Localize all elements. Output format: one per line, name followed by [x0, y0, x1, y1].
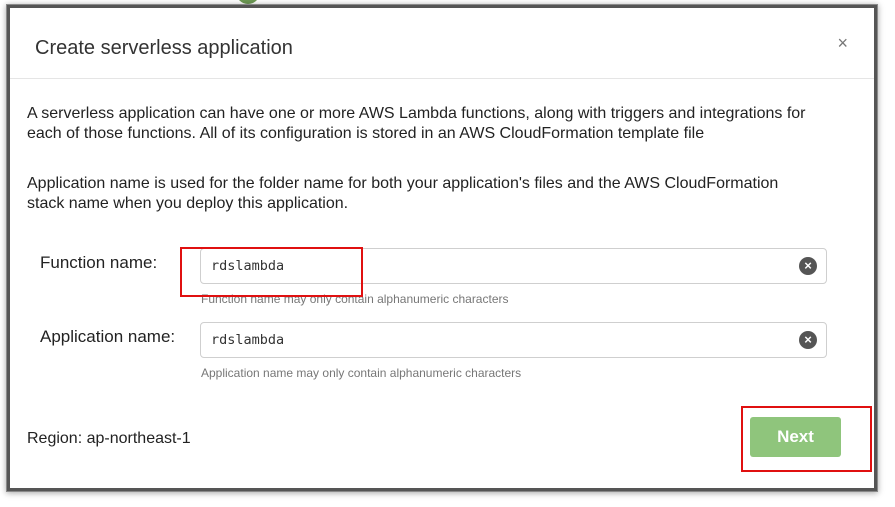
- application-name-input[interactable]: [211, 323, 791, 357]
- function-name-label: Function name:: [40, 253, 158, 272]
- description-serverless: A serverless application can have one or…: [27, 105, 806, 142]
- clear-circle-icon[interactable]: ×: [799, 257, 817, 275]
- application-name-label: Application name:: [40, 327, 176, 346]
- application-name-field: ×: [200, 322, 827, 358]
- function-name-field: ×: [200, 248, 827, 284]
- function-name-input[interactable]: [211, 249, 791, 283]
- dialog-header: Create serverless application ×: [10, 8, 874, 79]
- clear-circle-icon[interactable]: ×: [799, 331, 817, 349]
- function-name-hint: Function name may only contain alphanume…: [201, 292, 509, 306]
- close-icon[interactable]: ×: [837, 34, 848, 52]
- region-text: Region: ap-northeast-1: [27, 430, 191, 447]
- description-application-name: Application name is used for the folder …: [27, 175, 779, 212]
- dialog-title: Create serverless application: [35, 37, 293, 59]
- application-name-hint: Application name may only contain alphan…: [201, 366, 522, 380]
- next-button[interactable]: Next: [750, 417, 841, 457]
